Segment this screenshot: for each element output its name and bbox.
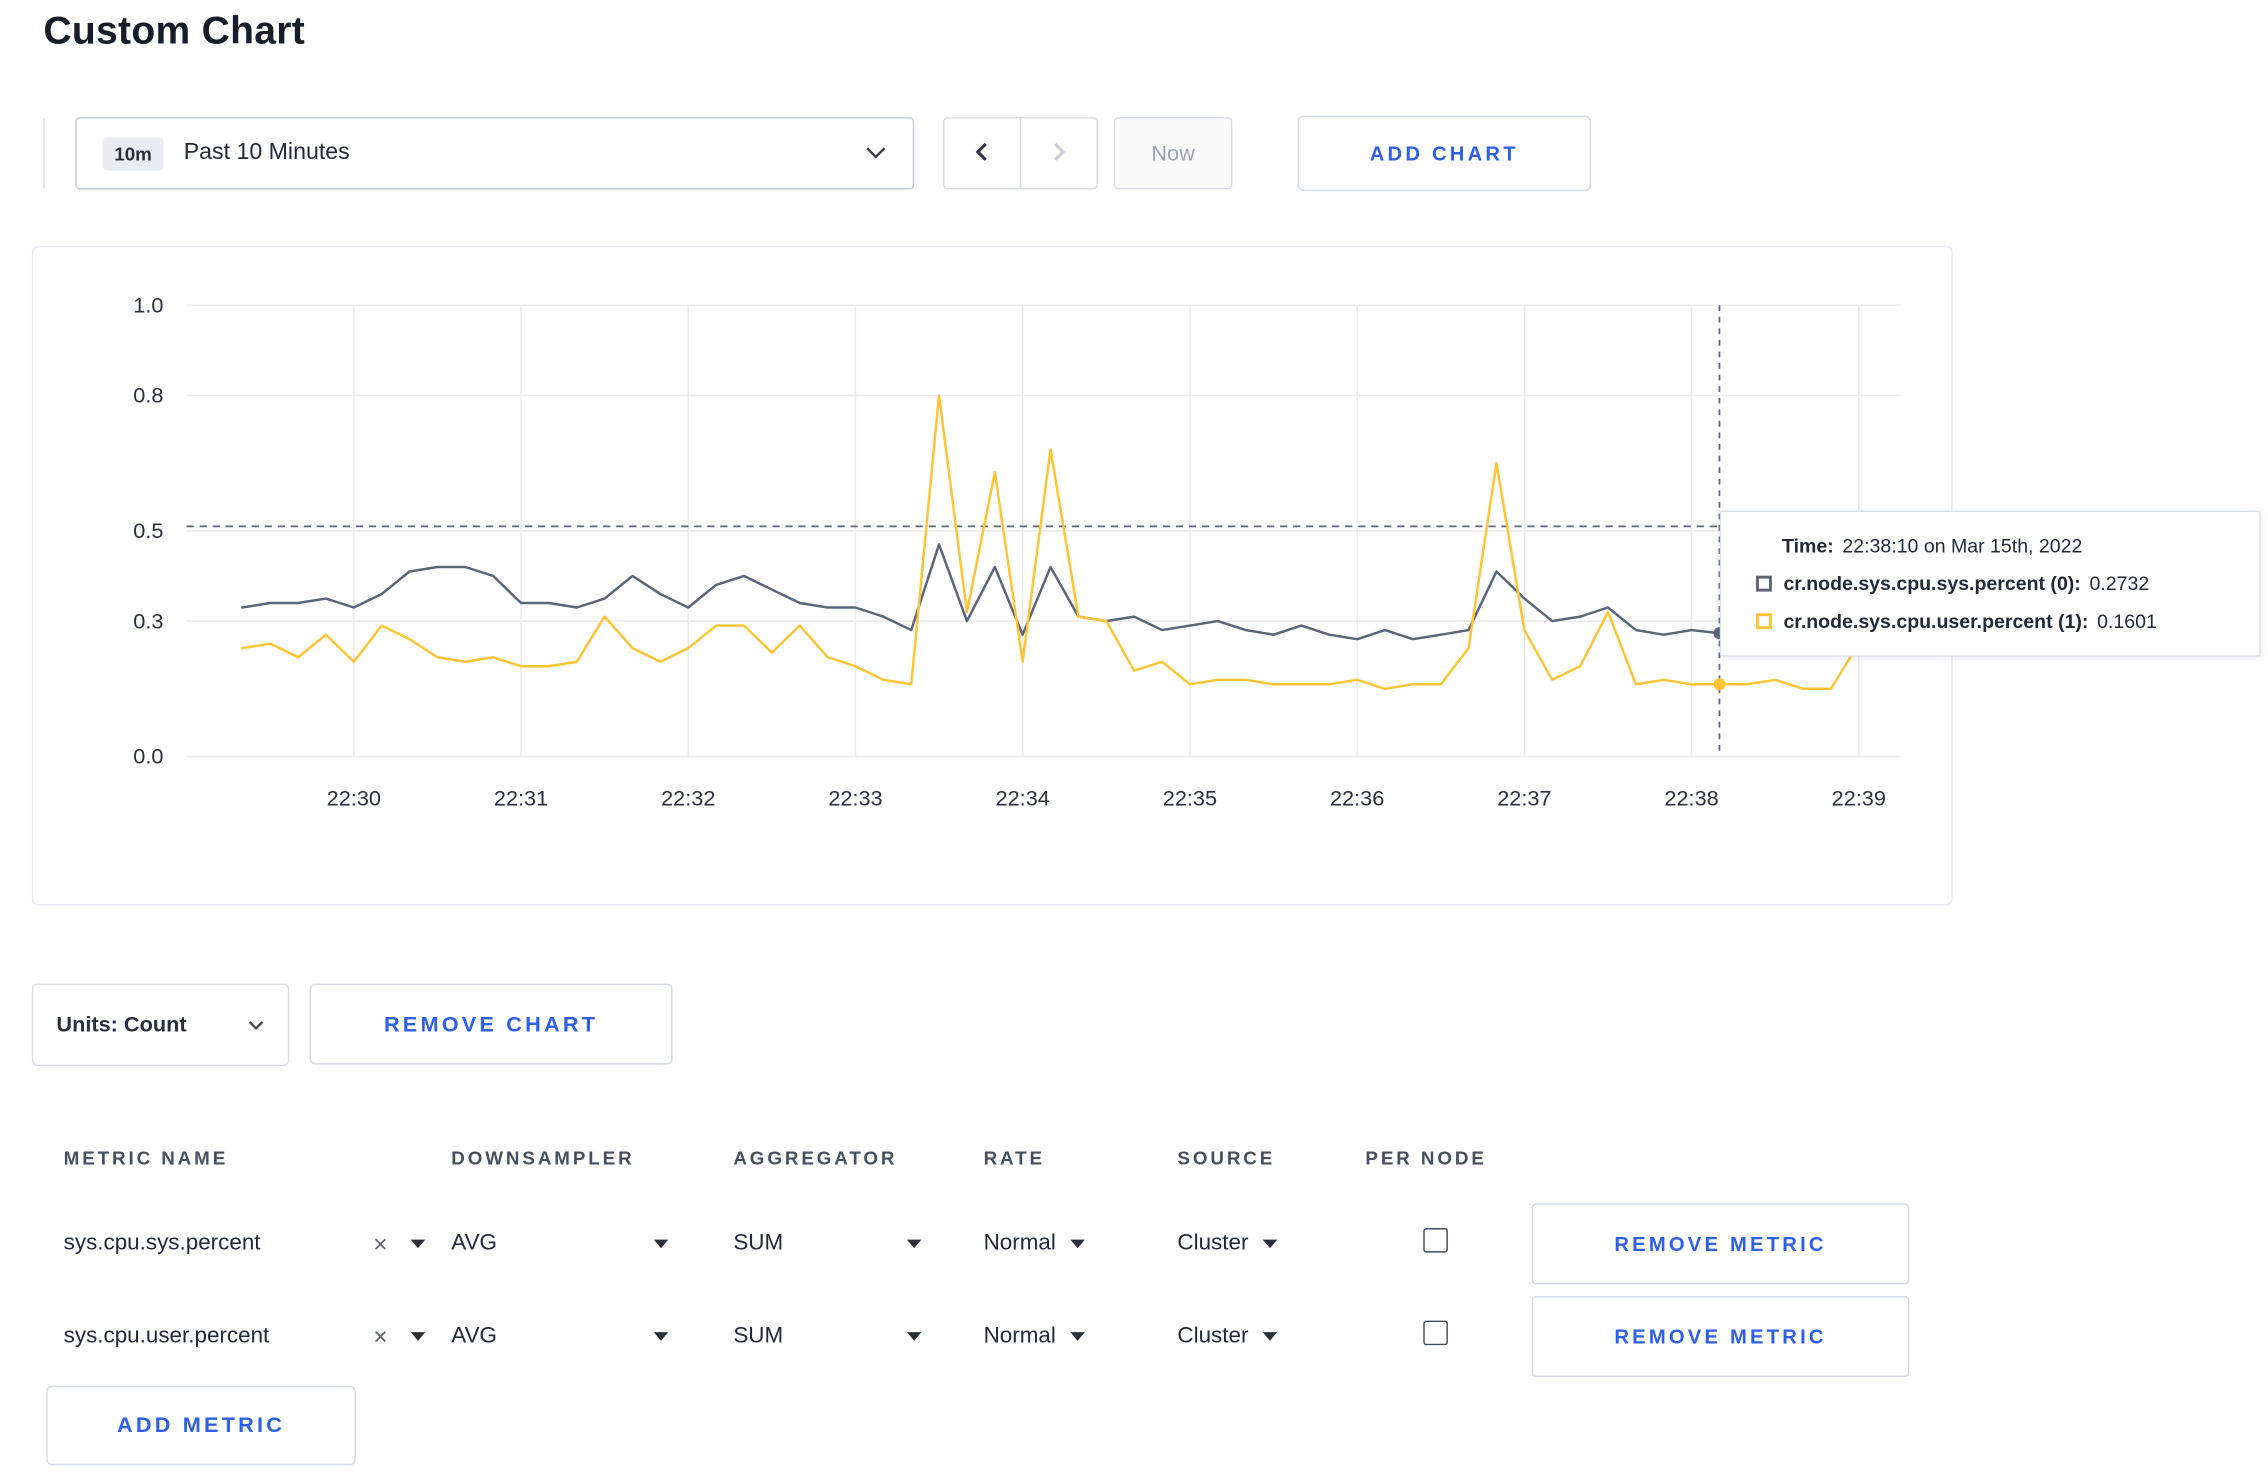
svg-text:1.0: 1.0: [133, 292, 163, 317]
rate-select[interactable]: Normal: [984, 1231, 1178, 1257]
custom-chart-page: Custom Chart 10m Past 10 Minutes Now ADD…: [0, 0, 2268, 1478]
remove-metric-button[interactable]: REMOVE METRIC: [1531, 1203, 1910, 1285]
add-chart-button[interactable]: ADD CHART: [1297, 115, 1592, 191]
source-value: Cluster: [1177, 1323, 1249, 1349]
tooltip-series-value: 0.2732: [2089, 572, 2150, 595]
time-range-label: Past 10 Minutes: [183, 140, 350, 165]
chevron-down-icon: [247, 1013, 264, 1038]
aggregator-value: SUM: [733, 1230, 784, 1256]
tooltip-series-row: cr.node.sys.cpu.sys.percent (0): 0.2732: [1755, 572, 2236, 595]
chevron-left-icon: [972, 140, 992, 167]
metric-name-select[interactable]: sys.cpu.user.percent ×: [64, 1323, 426, 1349]
now-button[interactable]: Now: [1113, 117, 1233, 190]
svg-text:22:34: 22:34: [996, 786, 1050, 811]
caret-down-icon: [653, 1239, 669, 1249]
per-node-checkbox[interactable]: [1423, 1320, 1448, 1346]
metric-row: sys.cpu.sys.percent × AVG SUM Normal Clu…: [32, 1198, 1953, 1291]
per-node-cell: [1365, 1320, 1531, 1353]
downsampler-value: AVG: [451, 1230, 497, 1256]
rate-value: Normal: [983, 1323, 1056, 1349]
svg-text:0.8: 0.8: [133, 383, 163, 408]
svg-text:22:32: 22:32: [661, 786, 715, 811]
col-header-rate: RATE: [983, 1146, 1045, 1168]
tooltip-series-row: cr.node.sys.cpu.user.percent (1): 0.1601: [1755, 610, 2236, 633]
series-swatch-user: [1755, 613, 1772, 630]
source-select[interactable]: Cluster: [1177, 1231, 1365, 1257]
source-select[interactable]: Cluster: [1177, 1323, 1365, 1349]
metric-name-value: sys.cpu.sys.percent: [63, 1230, 261, 1256]
time-range-badge: 10m: [102, 136, 164, 170]
downsampler-value: AVG: [451, 1323, 497, 1349]
col-header-downsampler: DOWNSAMPLER: [451, 1146, 635, 1168]
remove-metric-button[interactable]: REMOVE METRIC: [1531, 1296, 1910, 1378]
metric-name-select[interactable]: sys.cpu.sys.percent ×: [64, 1231, 426, 1257]
source-value: Cluster: [1177, 1230, 1249, 1256]
caret-down-icon: [1262, 1332, 1278, 1341]
col-header-per-node: PER NODE: [1365, 1146, 1487, 1168]
col-header-aggregator: AGGREGATOR: [733, 1146, 898, 1168]
caret-down-icon[interactable]: [410, 1332, 426, 1341]
time-nav-group: [943, 117, 1098, 190]
aggregator-value: SUM: [733, 1323, 784, 1349]
tooltip-time-label: Time:: [1782, 535, 1834, 557]
aggregator-select[interactable]: SUM: [733, 1323, 922, 1349]
tooltip-time: Time: 22:38:10 on Mar 15th, 2022: [1756, 535, 2236, 557]
chart-tooltip: Time: 22:38:10 on Mar 15th, 2022 cr.node.…: [1719, 510, 2261, 657]
svg-text:22:33: 22:33: [828, 786, 882, 811]
aggregator-select[interactable]: SUM: [733, 1230, 922, 1257]
chevron-down-icon: [865, 146, 887, 160]
caret-down-icon: [1070, 1239, 1085, 1249]
toolbar: 10m Past 10 Minutes Now ADD CHART: [0, 115, 2268, 194]
time-range-select[interactable]: 10m Past 10 Minutes: [75, 117, 915, 190]
next-range-button[interactable]: [1019, 117, 1098, 190]
line-chart[interactable]: 0.0 0.3 0.5 0.8 1.0 22:30 22:31 22:32 22:33 22:34…: [45, 285, 1925, 823]
col-header-source: SOURCE: [1177, 1146, 1276, 1168]
per-node-checkbox[interactable]: [1423, 1228, 1448, 1253]
clear-icon[interactable]: ×: [373, 1324, 387, 1349]
rate-select[interactable]: Normal: [984, 1323, 1178, 1349]
caret-down-icon: [653, 1332, 669, 1341]
metrics-table-header: METRIC NAME DOWNSAMPLER AGGREGATOR RATE …: [32, 1117, 1953, 1198]
tooltip-time-value: 22:38:10 on Mar 15th, 2022: [1842, 535, 2083, 557]
svg-text:22:39: 22:39: [1832, 786, 1886, 811]
metric-row: sys.cpu.user.percent × AVG SUM Normal Cl…: [32, 1290, 1953, 1383]
svg-text:22:30: 22:30: [327, 786, 381, 811]
per-node-cell: [1365, 1228, 1531, 1260]
toolbar-divider: [43, 118, 45, 189]
svg-text:22:31: 22:31: [494, 786, 548, 811]
page-title: Custom Chart: [43, 8, 306, 53]
chart-panel: 0.0 0.3 0.5 0.8 1.0 22:30 22:31 22:32 22:33 22:34…: [31, 245, 2261, 906]
col-header-metric-name: METRIC NAME: [63, 1146, 229, 1168]
svg-text:0.5: 0.5: [133, 518, 163, 543]
svg-text:0.0: 0.0: [133, 744, 163, 769]
caret-down-icon: [1070, 1332, 1085, 1341]
chart-footer: Units: Count REMOVE CHART: [31, 983, 1953, 1068]
remove-chart-button[interactable]: REMOVE CHART: [309, 983, 673, 1065]
tooltip-series-label: cr.node.sys.cpu.sys.percent (0):: [1783, 572, 2081, 595]
caret-down-icon[interactable]: [410, 1239, 426, 1249]
units-label: Units: Count: [56, 1012, 187, 1038]
chevron-right-icon: [1049, 140, 1069, 167]
svg-text:22:37: 22:37: [1497, 786, 1551, 811]
svg-text:22:36: 22:36: [1330, 786, 1384, 811]
downsampler-select[interactable]: AVG: [451, 1323, 669, 1349]
add-metric-button[interactable]: ADD METRIC: [46, 1385, 356, 1466]
rate-value: Normal: [983, 1230, 1056, 1256]
clear-icon[interactable]: ×: [373, 1232, 387, 1257]
svg-text:22:35: 22:35: [1163, 786, 1217, 811]
metrics-table: METRIC NAME DOWNSAMPLER AGGREGATOR RATE …: [31, 1116, 1953, 1386]
units-select[interactable]: Units: Count: [31, 983, 290, 1067]
prev-range-button[interactable]: [943, 117, 1022, 190]
metric-name-value: sys.cpu.user.percent: [63, 1323, 270, 1349]
svg-text:22:38: 22:38: [1664, 786, 1718, 811]
tooltip-series-label: cr.node.sys.cpu.user.percent (1):: [1783, 610, 2089, 633]
series-swatch-sys: [1755, 575, 1772, 592]
caret-down-icon: [906, 1332, 922, 1341]
caret-down-icon: [1262, 1239, 1278, 1249]
caret-down-icon: [906, 1239, 922, 1249]
tooltip-series-value: 0.1601: [2097, 610, 2157, 633]
downsampler-select[interactable]: AVG: [451, 1230, 669, 1257]
svg-text:0.3: 0.3: [133, 608, 163, 633]
